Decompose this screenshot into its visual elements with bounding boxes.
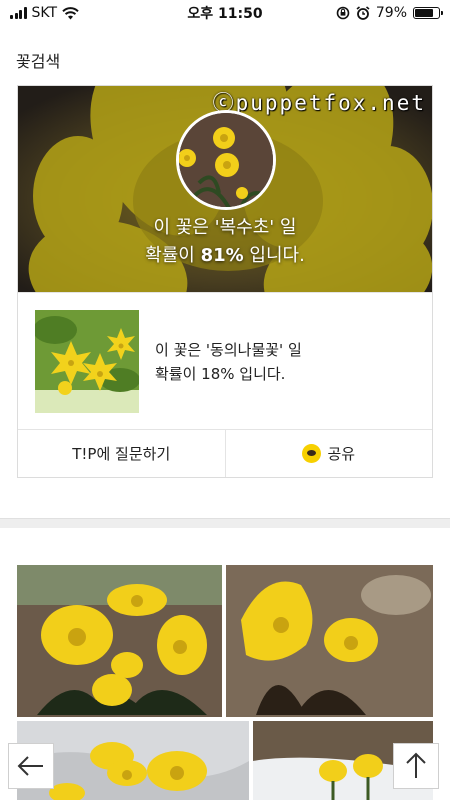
back-button[interactable] bbox=[8, 743, 54, 789]
status-left: SKT bbox=[10, 5, 79, 21]
second-result-thumbnail bbox=[35, 310, 139, 413]
alarm-icon bbox=[356, 6, 370, 20]
top-result-thumbnail bbox=[176, 110, 276, 210]
second-result[interactable]: 이 꽃은 '동의나물꽃' 일 확률이 18% 입니다. bbox=[18, 292, 432, 430]
marsh-marigold-photo bbox=[35, 310, 139, 413]
back-arrow-icon bbox=[17, 756, 43, 776]
second-result-line-1: 이 꽃은 '동의나물꽃' 일 bbox=[155, 340, 302, 359]
ask-tip-button[interactable]: T!P에 질문하기 bbox=[18, 430, 225, 477]
status-bar: SKT 오후 11:50 79% bbox=[0, 0, 450, 26]
top-result-line-2: 확률이 81% 입니다. bbox=[18, 242, 432, 270]
share-button[interactable]: 공유 bbox=[224, 430, 433, 477]
top-result-flower-name: 복수초 bbox=[219, 217, 270, 238]
top-result-prob-prefix: 확률이 bbox=[145, 245, 201, 266]
scroll-top-button[interactable] bbox=[393, 743, 439, 789]
scroll-top-icon bbox=[406, 752, 426, 778]
page-title: 꽃검색 bbox=[16, 52, 61, 71]
result-card: ⓒpuppetfox.net 이 꽃은 '복수초' 일 확률이 81% 입니다. bbox=[17, 85, 433, 478]
photo-gallery bbox=[17, 565, 433, 800]
second-result-line-2: 확률이 18% 입니다. bbox=[155, 364, 286, 383]
section-divider bbox=[0, 518, 450, 528]
adonis-photo-2 bbox=[226, 565, 433, 717]
gallery-photo[interactable] bbox=[226, 565, 433, 717]
share-label: 공유 bbox=[327, 445, 356, 463]
status-right: 79% bbox=[336, 5, 443, 21]
gallery-photo[interactable] bbox=[17, 565, 222, 717]
second-result-text: 이 꽃은 '동의나물꽃' 일 확률이 18% 입니다. bbox=[155, 338, 302, 386]
top-result-hero[interactable]: ⓒpuppetfox.net 이 꽃은 '복수초' 일 확률이 81% 입니다. bbox=[18, 86, 432, 292]
kakaotalk-icon bbox=[302, 444, 322, 463]
watermark: ⓒpuppetfox.net bbox=[212, 91, 426, 115]
top-result-text: 이 꽃은 '복수초' 일 확률이 81% 입니다. bbox=[18, 214, 432, 270]
top-result-suffix: ' 일 bbox=[269, 217, 297, 238]
battery-fill bbox=[415, 9, 434, 17]
adonis-photo-1 bbox=[17, 565, 222, 717]
top-result-prefix: 이 꽃은 ' bbox=[153, 217, 220, 238]
carrier-label: SKT bbox=[31, 5, 58, 21]
rotation-lock-icon bbox=[336, 6, 350, 20]
top-result-line-1: 이 꽃은 '복수초' 일 bbox=[18, 214, 432, 242]
top-result-percent: 81% bbox=[200, 245, 244, 266]
ask-tip-label: T!P에 질문하기 bbox=[72, 445, 171, 463]
action-bar: T!P에 질문하기 공유 bbox=[18, 429, 432, 477]
battery-icon bbox=[413, 7, 443, 19]
wifi-icon bbox=[62, 6, 79, 19]
signal-icon bbox=[10, 7, 27, 19]
battery-percent: 79% bbox=[375, 5, 407, 21]
top-result-prob-suffix: 입니다. bbox=[243, 245, 305, 266]
